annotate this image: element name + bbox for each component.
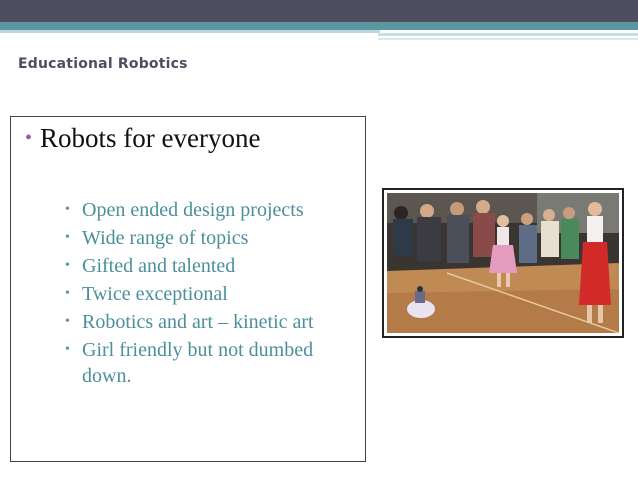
- dancer-head: [588, 202, 602, 216]
- dancer-leg: [497, 273, 501, 287]
- main-bullet-text: Robots for everyone: [40, 123, 261, 153]
- audience-body: [447, 215, 469, 263]
- audience-head: [476, 200, 490, 214]
- sub-bullet: • Twice exceptional: [65, 281, 365, 307]
- dancer-skirt: [579, 242, 611, 305]
- sub-bullet-text: Girl friendly but not dumbed down.: [82, 339, 314, 387]
- audience-body: [519, 225, 537, 263]
- robot-top: [415, 291, 425, 303]
- dancer-leg: [598, 305, 603, 323]
- header-accent-line: [378, 38, 638, 40]
- sub-bullet: • Open ended design projects: [65, 197, 365, 223]
- audience-body: [393, 219, 413, 255]
- bullet-dot-icon: •: [25, 127, 33, 149]
- bullet-dot-icon: •: [65, 342, 70, 357]
- content-box: • Robots for everyone • Open ended design …: [10, 116, 366, 462]
- bullet-dot-icon: •: [65, 286, 70, 301]
- photo-frame: [382, 188, 624, 338]
- dancer-top: [497, 227, 509, 245]
- audience-body: [561, 219, 579, 259]
- dancer-top: [587, 216, 603, 242]
- audience-head: [521, 213, 533, 225]
- bullet-dot-icon: •: [65, 202, 70, 217]
- sub-bullet: • Gifted and talented: [65, 253, 365, 279]
- header-band-teal: [0, 22, 638, 30]
- sub-bullet-list: • Open ended design projects • Wide range …: [65, 197, 365, 391]
- main-bullet: • Robots for everyone: [25, 123, 260, 154]
- bullet-dot-icon: •: [65, 314, 70, 329]
- bullet-dot-icon: •: [65, 258, 70, 273]
- audience-body: [417, 217, 441, 261]
- dancer-head: [497, 215, 509, 227]
- audience-head: [543, 209, 555, 221]
- sub-bullet-text: Twice exceptional: [82, 283, 228, 305]
- children-dance-robot-photo: [387, 193, 619, 333]
- header-accent-line: [378, 33, 638, 36]
- audience-head: [450, 202, 464, 216]
- audience-head: [563, 207, 575, 219]
- sub-bullet: • Robotics and art – kinetic art: [65, 309, 365, 335]
- audience-head: [394, 206, 408, 220]
- audience-body: [473, 213, 495, 257]
- sub-bullet: • Girl friendly but not dumbed down.: [65, 337, 365, 389]
- dancer-leg: [506, 273, 510, 287]
- dancer-leg: [587, 305, 592, 323]
- sub-bullet: • Wide range of topics: [65, 225, 365, 251]
- sub-bullet-text: Gifted and talented: [82, 255, 236, 277]
- sub-bullet-text: Robotics and art – kinetic art: [82, 311, 314, 333]
- audience-body: [541, 221, 559, 257]
- header-band-dark: [0, 0, 638, 22]
- sub-bullet-text: Wide range of topics: [82, 227, 249, 249]
- bullet-dot-icon: •: [65, 230, 70, 245]
- header-band-light: [0, 30, 380, 33]
- robot-head: [417, 286, 423, 292]
- sub-bullet-text: Open ended design projects: [82, 199, 304, 221]
- dancer-skirt: [489, 245, 517, 273]
- audience-head: [420, 204, 434, 218]
- slide-title: Educational Robotics: [18, 56, 188, 72]
